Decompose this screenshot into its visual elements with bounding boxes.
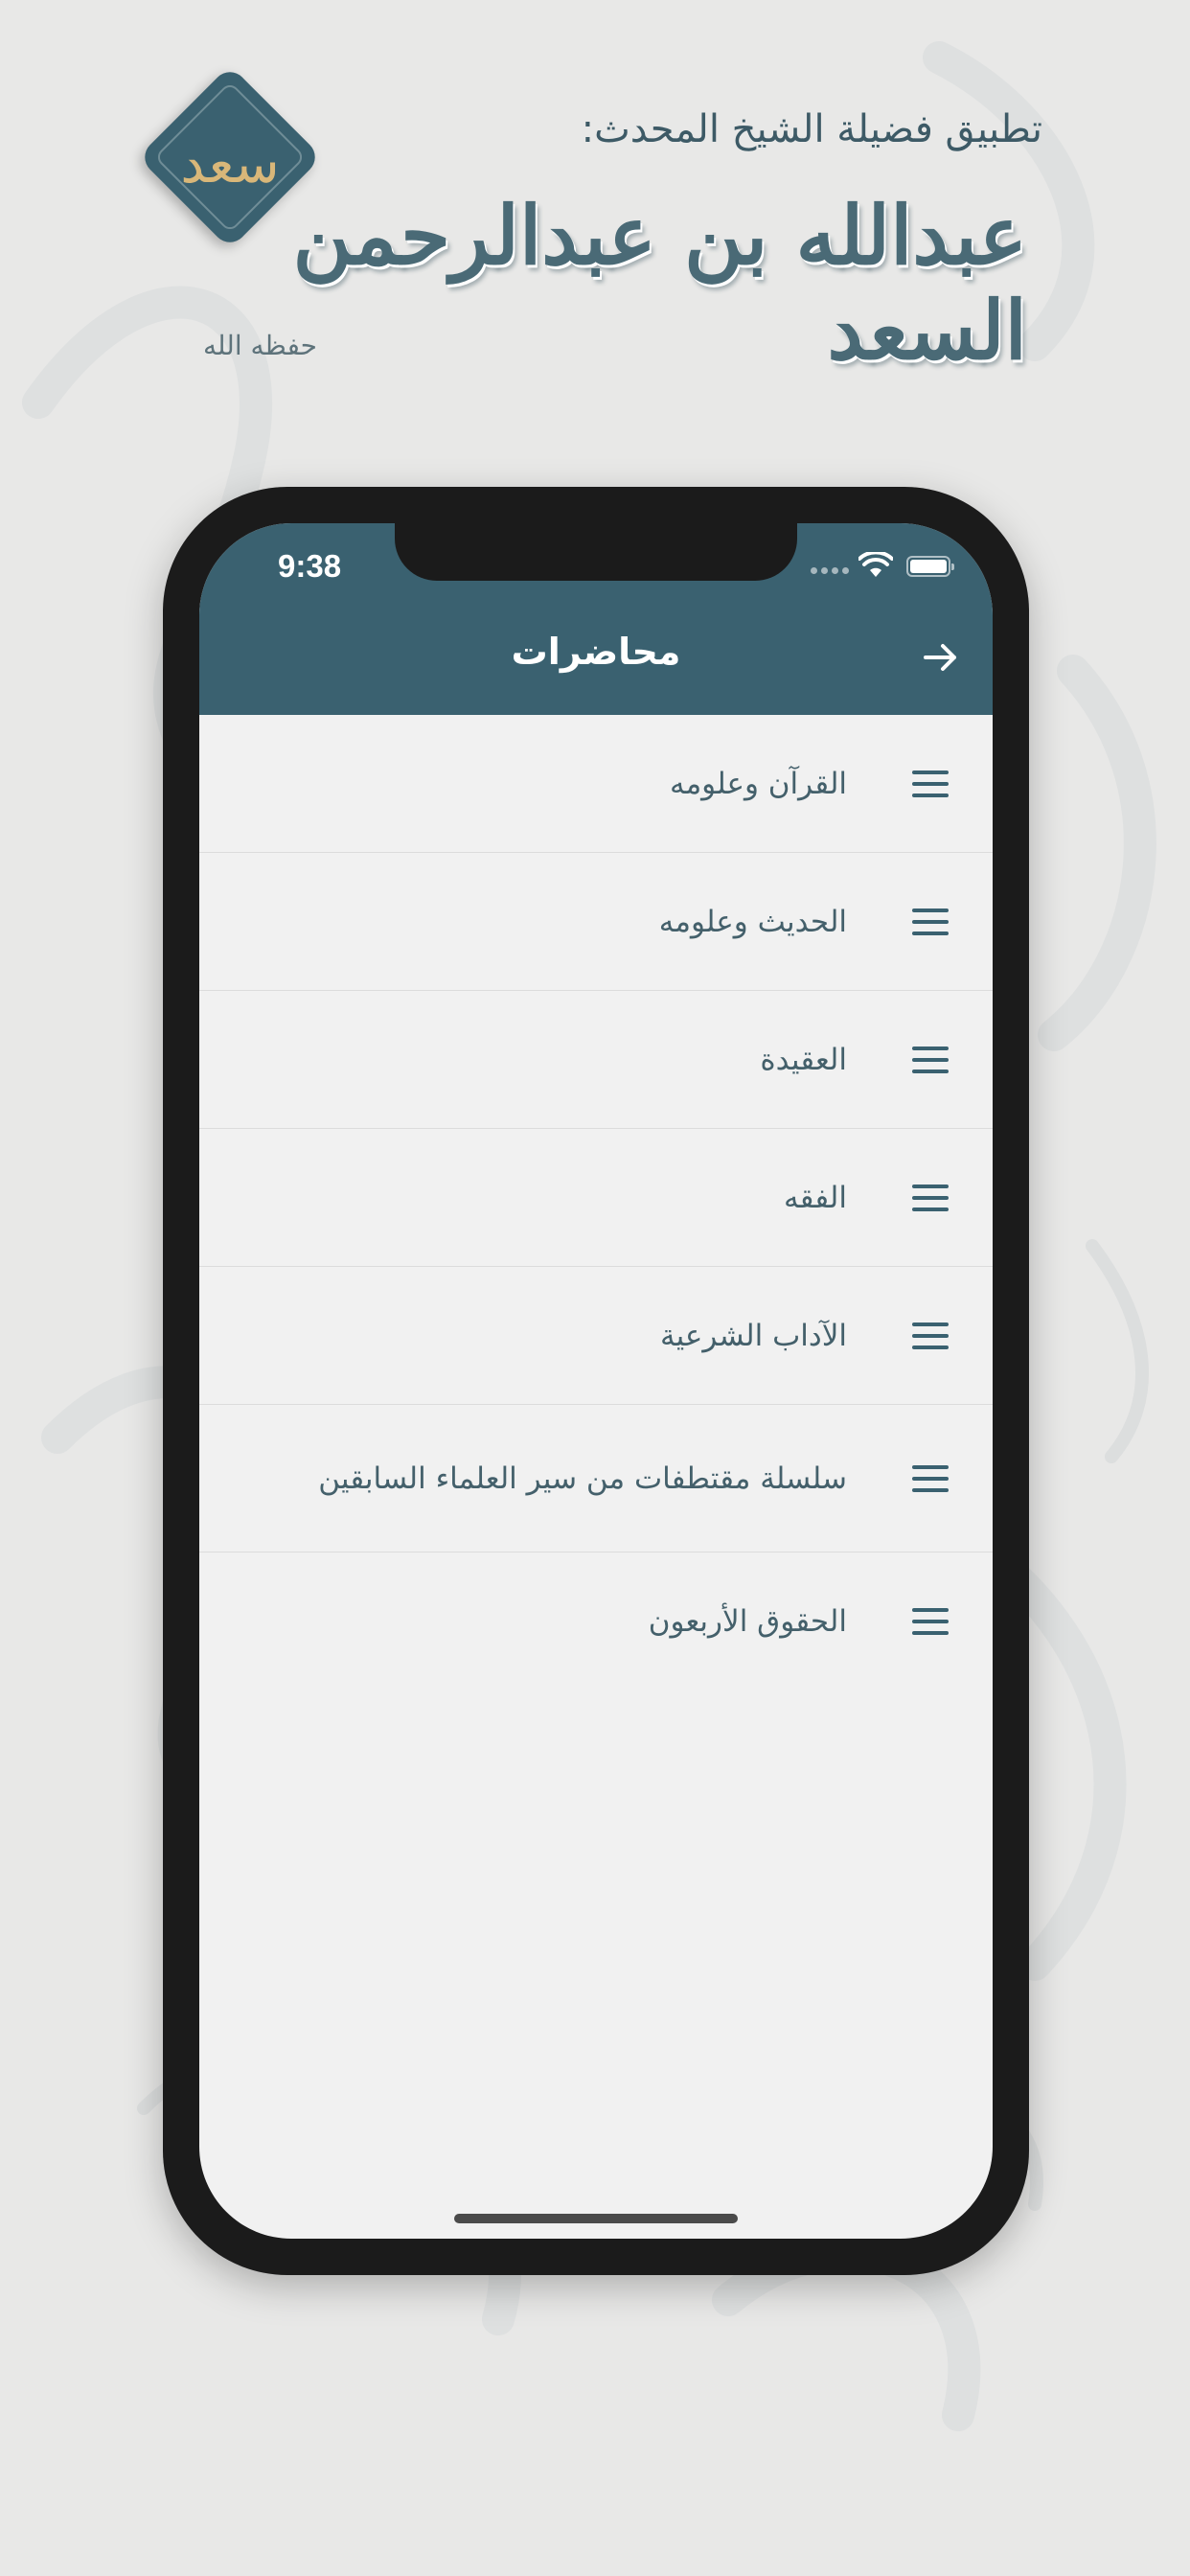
list-item-adab[interactable]: الآداب الشرعية — [199, 1267, 993, 1405]
list-item-fiqh[interactable]: الفقه — [199, 1129, 993, 1267]
list-item-hadith[interactable]: الحديث وعلومه — [199, 853, 993, 991]
menu-icon — [912, 1464, 949, 1492]
list-item-forty-rights[interactable]: الحقوق الأربعون — [199, 1552, 993, 1690]
wifi-icon — [858, 552, 893, 577]
list-item-quran[interactable]: القرآن وعلومه — [199, 715, 993, 853]
page-title: محاضرات — [511, 631, 681, 673]
list-item-label: الحقوق الأربعون — [648, 1604, 847, 1639]
phone-notch — [395, 523, 797, 581]
cellular-signal-icon — [811, 567, 849, 575]
list-item-label: الحديث وعلومه — [658, 904, 847, 939]
list-item-label: سلسلة مقتطفات من سير العلماء السابقين — [318, 1460, 847, 1496]
list-item-label: القرآن وعلومه — [669, 766, 847, 801]
phone-frame: 9:38 محاضرات القرآن وعلومه الحديث وعلومه… — [163, 487, 1029, 2275]
phone-screen: 9:38 محاضرات القرآن وعلومه الحديث وعلومه… — [199, 523, 993, 2239]
menu-icon — [912, 1046, 949, 1073]
menu-icon — [912, 770, 949, 797]
lectures-list: القرآن وعلومه الحديث وعلومه العقيدة الفق… — [199, 715, 993, 1690]
sheikh-name-calligraphy: عبدالله بن عبدالرحمن السعد — [292, 188, 1027, 378]
arrow-right-icon[interactable] — [918, 634, 964, 680]
promo-subtitle: تطبيق فضيلة الشيخ المحدث: — [581, 107, 1042, 151]
list-item-label: العقيدة — [760, 1042, 847, 1077]
list-item-aqeedah[interactable]: العقيدة — [199, 991, 993, 1129]
battery-icon — [906, 556, 954, 577]
honorific-text: حفظه الله — [203, 330, 317, 361]
menu-icon — [912, 1608, 949, 1635]
list-item-label: الآداب الشرعية — [659, 1318, 847, 1353]
list-item-scholars-series[interactable]: سلسلة مقتطفات من سير العلماء السابقين — [199, 1405, 993, 1552]
home-indicator[interactable] — [454, 2214, 738, 2223]
menu-icon — [912, 908, 949, 935]
menu-icon — [912, 1322, 949, 1349]
menu-icon — [912, 1184, 949, 1211]
status-time: 9:38 — [278, 548, 342, 584]
list-item-label: الفقه — [783, 1180, 847, 1215]
